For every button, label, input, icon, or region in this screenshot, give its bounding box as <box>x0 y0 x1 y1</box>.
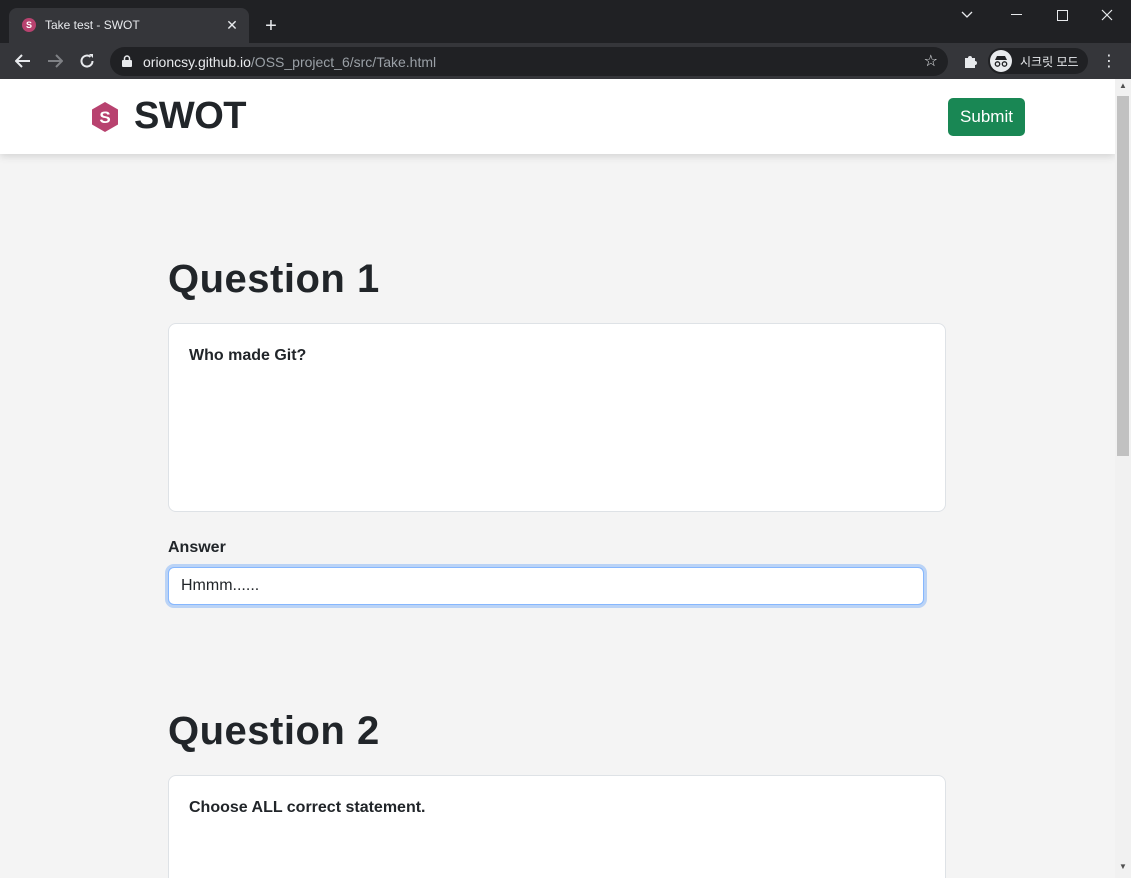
tab-title: Take test - SWOT <box>45 18 140 32</box>
answer-input[interactable] <box>168 567 924 605</box>
window-close-icon[interactable] <box>1084 0 1130 30</box>
incognito-profile-button[interactable]: 시크릿 모드 <box>988 48 1088 74</box>
question-2-text: Choose ALL correct statement. <box>189 799 426 816</box>
swot-favicon-icon: S <box>22 18 36 32</box>
site-navbar: S SWOT Submit <box>0 79 1115 154</box>
svg-text:S: S <box>99 108 110 127</box>
scroll-up-arrow-icon[interactable]: ▲ <box>1115 81 1131 95</box>
question-1-card: Who made Git? <box>168 323 946 512</box>
extensions-puzzle-icon[interactable] <box>958 49 982 73</box>
page-scrollbar[interactable]: ▲ ▼ <box>1115 79 1131 878</box>
browser-tab[interactable]: S Take test - SWOT ✕ <box>9 8 249 43</box>
page-viewport: S SWOT Submit Question 1 Who made Git? A… <box>0 79 1115 878</box>
maximize-icon[interactable] <box>1039 0 1085 30</box>
url-text: orioncsy.github.io/OSS_project_6/src/Tak… <box>143 54 437 70</box>
swot-logo-icon: S <box>92 102 118 132</box>
kebab-menu-icon[interactable]: ⋮ <box>1098 49 1120 73</box>
browser-titlebar: S Take test - SWOT ✕ + <box>0 0 1131 43</box>
reload-icon[interactable] <box>73 47 101 75</box>
question-1-title: Question 1 <box>168 257 380 301</box>
lock-icon <box>122 55 132 67</box>
scroll-down-arrow-icon[interactable]: ▼ <box>1115 862 1131 876</box>
brand-name[interactable]: SWOT <box>134 95 246 138</box>
incognito-icon <box>990 50 1012 72</box>
tab-search-chevron-icon[interactable] <box>944 0 990 30</box>
new-tab-icon[interactable]: + <box>258 13 284 39</box>
incognito-label: 시크릿 모드 <box>1020 54 1079 69</box>
question-2-title: Question 2 <box>168 709 380 753</box>
bookmark-star-icon[interactable]: ☆ <box>924 51 938 71</box>
forward-arrow-icon[interactable] <box>41 47 69 75</box>
question-2-card: Choose ALL correct statement. <box>168 775 946 878</box>
submit-button[interactable]: Submit <box>948 98 1025 136</box>
tab-close-icon[interactable]: ✕ <box>223 16 241 34</box>
minimize-icon[interactable] <box>993 0 1039 30</box>
scroll-thumb[interactable] <box>1117 96 1129 456</box>
question-1-text: Who made Git? <box>189 347 307 364</box>
answer-label: Answer <box>168 539 226 556</box>
back-arrow-icon[interactable] <box>9 47 37 75</box>
browser-toolbar: orioncsy.github.io/OSS_project_6/src/Tak… <box>0 43 1131 79</box>
address-bar[interactable]: orioncsy.github.io/OSS_project_6/src/Tak… <box>110 47 948 76</box>
